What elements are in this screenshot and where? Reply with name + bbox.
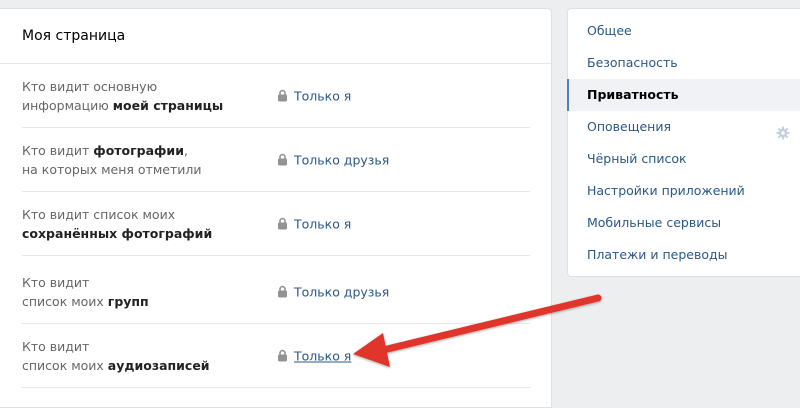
privacy-row-label: Кто видит фотографии, на которых меня от… (22, 142, 202, 177)
gear-icon[interactable] (776, 120, 790, 140)
privacy-row-photos-tagged: Кто видит фотографии, на которых меня от… (22, 128, 530, 192)
sidebar-item-mobile-services[interactable]: Мобильные сервисы (568, 207, 800, 239)
settings-main-panel: Моя страница Кто видит основную информац… (0, 8, 552, 408)
lock-icon (277, 349, 288, 362)
lock-icon (277, 89, 288, 102)
privacy-row-main-info: Кто видит основную информацию моей стран… (22, 64, 530, 128)
sidebar-item-general[interactable]: Общее (568, 15, 800, 47)
privacy-row-label: Кто видит список моих аудиозаписей (22, 338, 210, 373)
sidebar-item-blacklist[interactable]: Чёрный список (568, 143, 800, 175)
sidebar-item-app-settings[interactable]: Настройки приложений (568, 175, 800, 207)
privacy-value-dropdown[interactable]: Только я (277, 216, 351, 231)
lock-icon (277, 153, 288, 166)
privacy-row-label: Кто видит список моих групп (22, 274, 149, 309)
privacy-row-label: Кто видит список моих сохранённых фотогр… (22, 206, 213, 241)
privacy-value-dropdown[interactable]: Только друзья (277, 284, 389, 299)
privacy-row-label: Кто видит основную информацию моей стран… (22, 78, 224, 113)
sidebar-item-privacy[interactable]: Приватность (567, 79, 800, 111)
sidebar-item-notifications[interactable]: Оповещения (568, 111, 800, 143)
privacy-row-saved-photos: Кто видит список моих сохранённых фотогр… (22, 192, 530, 256)
sidebar-item-payments[interactable]: Платежи и переводы (568, 239, 800, 271)
settings-sidebar: Общее Безопасность Приватность Оповещени… (567, 8, 800, 277)
page-title: Моя страница (0, 9, 551, 64)
lock-icon (277, 285, 288, 298)
lock-icon (277, 217, 288, 230)
privacy-row-audio: Кто видит список моих аудиозаписей Тольк… (22, 324, 530, 388)
privacy-value-dropdown[interactable]: Только друзья (277, 152, 389, 167)
privacy-row-groups: Кто видит список моих групп Только друзь… (22, 260, 530, 324)
privacy-value-dropdown[interactable]: Только я (277, 88, 351, 103)
sidebar-item-security[interactable]: Безопасность (568, 47, 800, 79)
privacy-value-dropdown[interactable]: Только я (277, 348, 351, 363)
